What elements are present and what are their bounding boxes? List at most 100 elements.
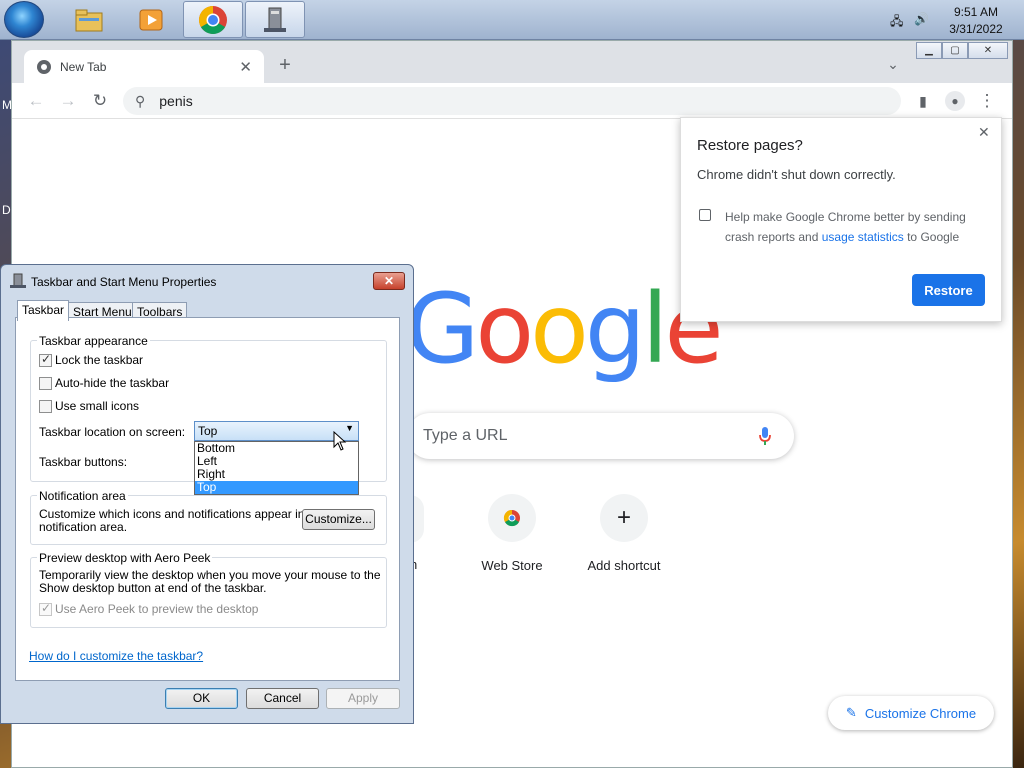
mouse-cursor-icon bbox=[333, 431, 347, 451]
shortcut-label: Web Store bbox=[481, 558, 543, 573]
forward-arrow-icon[interactable]: → bbox=[56, 91, 80, 111]
select-value: Top bbox=[198, 424, 218, 438]
media-player-icon bbox=[139, 9, 163, 30]
taskbar-media-button[interactable] bbox=[120, 1, 182, 38]
location-label: Taskbar location on screen: bbox=[39, 425, 186, 439]
back-arrow-icon[interactable]: ← bbox=[24, 91, 48, 111]
start-button[interactable] bbox=[4, 1, 44, 38]
checkbox-text: Help make Google Chrome better by sendin… bbox=[725, 210, 966, 224]
checkbox-label: Use Aero Peek to preview the desktop bbox=[55, 602, 259, 616]
logo-letter: g bbox=[584, 273, 646, 385]
menu-kebab-icon[interactable]: ⋮ bbox=[975, 91, 999, 111]
notification-text-line: Customize which icons and notifications … bbox=[39, 507, 325, 521]
group-label: Taskbar appearance bbox=[37, 334, 150, 348]
taskbar-properties-icon bbox=[10, 273, 26, 288]
buttons-label: Taskbar buttons: bbox=[39, 455, 128, 469]
taskbar-properties-icon bbox=[264, 7, 286, 32]
minimize-button[interactable]: ▁ bbox=[916, 42, 942, 59]
group-label: Notification area bbox=[37, 489, 128, 503]
chrome-favicon-icon bbox=[37, 59, 51, 74]
checkbox-text: to Google bbox=[903, 230, 960, 244]
search-icon: ⚲ bbox=[135, 92, 146, 109]
clock-date[interactable]: 3/31/2022 bbox=[946, 22, 1006, 36]
network-icon[interactable]: 🖧 bbox=[890, 12, 903, 33]
tab-strip: New Tab ✕ + ⌄ ▁ ▢ ✕ bbox=[12, 41, 1012, 83]
peek-text-line: Show desktop button at end of the taskba… bbox=[39, 581, 267, 595]
new-tab-icon[interactable]: + bbox=[273, 55, 297, 75]
chrome-icon bbox=[199, 5, 227, 34]
profile-icon[interactable]: ● bbox=[945, 91, 965, 111]
peek-text: Temporarily view the desktop when you mo… bbox=[39, 569, 381, 595]
small-icons-checkbox[interactable]: Use small icons bbox=[39, 399, 139, 413]
peek-text-line: Temporarily view the desktop when you mo… bbox=[39, 568, 381, 582]
chrome-toolbar: ← → ↻ ⚲ penis ▮ ● ⋮ bbox=[12, 83, 1012, 119]
checkbox-box[interactable] bbox=[39, 399, 52, 413]
explorer-icon bbox=[75, 9, 103, 31]
web-store-icon bbox=[488, 494, 536, 542]
help-link[interactable]: How do I customize the taskbar? bbox=[29, 649, 203, 663]
restore-message: Chrome didn't shut down correctly. bbox=[697, 167, 896, 182]
checkbox-label: Auto-hide the taskbar bbox=[55, 376, 170, 390]
reload-icon[interactable]: ↻ bbox=[88, 91, 112, 111]
close-window-button[interactable]: ✕ bbox=[968, 42, 1008, 59]
volume-icon[interactable]: 🔊 bbox=[914, 12, 929, 26]
logo-letter: o bbox=[475, 273, 534, 385]
restore-button[interactable]: Restore bbox=[912, 274, 985, 306]
plus-icon: + bbox=[600, 494, 648, 542]
option-top[interactable]: Top bbox=[195, 481, 358, 494]
google-logo: Google bbox=[405, 279, 724, 379]
restore-pages-bubble: ✕ Restore pages? Chrome didn't shut down… bbox=[680, 117, 1002, 322]
dialog-tab-panel: Taskbar appearance Lock the taskbar Auto… bbox=[15, 317, 400, 681]
notification-text: Customize which icons and notifications … bbox=[39, 508, 325, 534]
taskbar-explorer-button[interactable] bbox=[58, 1, 120, 38]
aero-peek-checkbox[interactable]: Use Aero Peek to preview the desktop bbox=[39, 601, 259, 616]
checkbox-label: Lock the taskbar bbox=[55, 353, 144, 367]
checkbox-label: Use small icons bbox=[55, 399, 140, 413]
customize-chrome-button[interactable]: ✎ Customize Chrome bbox=[828, 696, 994, 730]
logo-letter: l bbox=[641, 273, 669, 385]
shortcut-web-store[interactable]: Web Store bbox=[456, 494, 568, 573]
shortcut-add[interactable]: + Add shortcut bbox=[568, 494, 680, 573]
logo-letter: o bbox=[530, 273, 589, 385]
logo-letter: G bbox=[405, 273, 479, 385]
customize-button[interactable]: Customize... bbox=[302, 509, 375, 530]
google-search-box[interactable]: Type a URL bbox=[407, 413, 794, 459]
notification-text-line: notification area. bbox=[39, 520, 128, 534]
tab-search-chevron-icon[interactable]: ⌄ bbox=[881, 54, 905, 74]
crash-report-text: Help make Google Chrome better by sendin… bbox=[725, 207, 966, 247]
checkbox-box[interactable] bbox=[39, 601, 52, 616]
autohide-checkbox[interactable]: Auto-hide the taskbar bbox=[39, 376, 169, 390]
desktop-label-fragment: D bbox=[2, 203, 11, 217]
ok-button[interactable]: OK bbox=[165, 688, 238, 709]
taskbar-properties-button[interactable] bbox=[245, 1, 305, 38]
checkbox-text: crash reports and bbox=[725, 230, 822, 244]
tab-close-icon[interactable]: ✕ bbox=[239, 58, 252, 76]
dialog-close-button[interactable]: ✕ bbox=[373, 272, 405, 290]
apply-button[interactable]: Apply bbox=[326, 688, 400, 709]
omnibox-text[interactable]: penis bbox=[159, 93, 192, 109]
windows-taskbar: 🖧 🔊 9:51 AM 3/31/2022 bbox=[0, 0, 1024, 40]
lock-taskbar-checkbox[interactable]: Lock the taskbar bbox=[39, 352, 144, 367]
cancel-button[interactable]: Cancel bbox=[246, 688, 319, 709]
maximize-button[interactable]: ▢ bbox=[942, 42, 968, 59]
side-panel-icon[interactable]: ▮ bbox=[911, 91, 935, 111]
microphone-icon[interactable] bbox=[758, 426, 772, 446]
checkbox-box[interactable] bbox=[39, 376, 52, 390]
taskbar-chrome-button[interactable] bbox=[183, 1, 243, 38]
search-placeholder: Type a URL bbox=[423, 427, 508, 444]
customize-chrome-label: Customize Chrome bbox=[864, 705, 977, 721]
restore-title: Restore pages? bbox=[697, 137, 803, 154]
omnibox[interactable]: ⚲ penis bbox=[123, 87, 901, 115]
tab-taskbar[interactable]: Taskbar bbox=[17, 300, 70, 321]
crash-report-checkbox[interactable] bbox=[699, 209, 711, 221]
option-right[interactable]: Right bbox=[195, 468, 358, 481]
dialog-title: Taskbar and Start Menu Properties bbox=[31, 275, 217, 289]
usage-statistics-link[interactable]: usage statistics bbox=[822, 230, 904, 244]
clock-time[interactable]: 9:51 AM bbox=[946, 5, 1006, 19]
tab-title: New Tab bbox=[60, 59, 107, 74]
checkbox-box[interactable] bbox=[39, 352, 52, 367]
tab-new-tab[interactable]: New Tab ✕ bbox=[24, 50, 264, 83]
pencil-icon: ✎ bbox=[845, 705, 857, 720]
close-icon[interactable]: ✕ bbox=[978, 124, 990, 141]
shortcut-label: Add shortcut bbox=[587, 558, 661, 573]
